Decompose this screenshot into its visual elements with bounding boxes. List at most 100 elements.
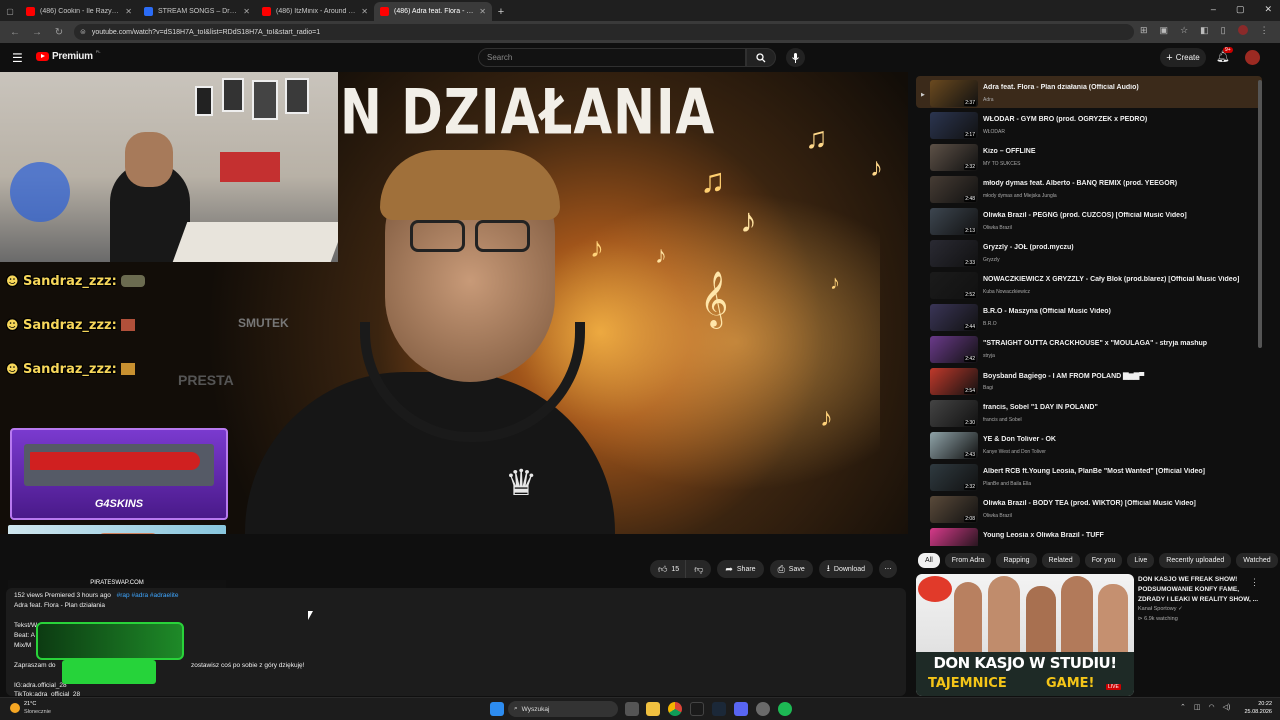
save-button[interactable]: ⎙ Save bbox=[769, 560, 813, 578]
extensions-icon[interactable]: ◧ bbox=[1200, 25, 1209, 36]
like-button[interactable]: 👍︎ 15 bbox=[650, 560, 686, 578]
chrome-icon[interactable] bbox=[668, 702, 682, 716]
voice-search-button[interactable] bbox=[786, 48, 805, 67]
avatar[interactable] bbox=[1245, 50, 1260, 65]
playlist-thumbnail[interactable] bbox=[930, 528, 978, 546]
playlist-item[interactable]: 2:52 NOWACZKIEWICZ X GRYZZLY - Cały Blok … bbox=[916, 272, 1256, 304]
tray-chevron-icon[interactable]: ⌃ bbox=[1180, 703, 1186, 711]
playlist-thumbnail[interactable]: 2:08 bbox=[930, 496, 978, 523]
playlist-thumbnail[interactable]: 2:48 bbox=[930, 176, 978, 203]
description-box[interactable]: 152 views Premiered 3 hours ago #rap #ad… bbox=[6, 588, 906, 696]
spotify-icon[interactable] bbox=[778, 702, 792, 716]
playlist-item[interactable]: 2:48 młody dymas feat. Alberto - BANQ REM… bbox=[916, 176, 1256, 208]
hashtags[interactable]: #rap #adra #adraelite bbox=[117, 592, 179, 599]
video-player[interactable]: ♪ ♫ ♫ ♪ ♪ ♪ 𝄞 ♪ ♪ N DZIAŁANIA ♛ ☻ Sandra… bbox=[0, 72, 908, 534]
download-button[interactable]: ⭳ Download bbox=[818, 560, 874, 578]
filter-chip[interactable]: From Adra bbox=[944, 553, 992, 568]
playlist-item[interactable]: 2:54 Boysband Bagiego - I AM FROM POLAND … bbox=[916, 368, 1256, 400]
browser-tab[interactable]: (486) ItzMinix - Around Me (Off… ✕ bbox=[256, 2, 374, 21]
search-button[interactable] bbox=[746, 48, 776, 67]
recommended-video-title[interactable]: DON KASJO WE FREAK SHOW! PODSUMOWANIE KO… bbox=[1138, 575, 1260, 605]
share-button[interactable]: ➦ Share bbox=[717, 560, 764, 578]
playlist-item[interactable]: 2:30 francis, Sobel "1 DAY IN POLAND" fran… bbox=[916, 400, 1256, 432]
playlist-thumbnail[interactable]: 2:52 bbox=[930, 272, 978, 299]
playlist-item[interactable]: 2:17 WŁODAR - GYM BRO (prod. OGRYZEK x PE… bbox=[916, 112, 1256, 144]
back-icon[interactable]: ← bbox=[8, 25, 22, 39]
playlist-scrollbar[interactable] bbox=[1258, 80, 1262, 348]
playlist-item[interactable]: 2:43 YE & Don Toliver - OK Kanye West and … bbox=[916, 432, 1256, 464]
reload-icon[interactable]: ↻ bbox=[52, 25, 66, 39]
rec-menu-icon[interactable]: ⋮ bbox=[1250, 577, 1259, 588]
playlist-item[interactable]: 2:13 Oliwka Brazil - PEGNG (prod. CUZCOS)… bbox=[916, 208, 1256, 240]
hamburger-menu-icon[interactable]: ☰ bbox=[12, 51, 23, 65]
filter-chip[interactable]: Watched bbox=[1236, 553, 1278, 568]
notifications-button[interactable]: 🔔︎ 9+ bbox=[1216, 47, 1233, 63]
dislike-button[interactable]: 👎︎ bbox=[685, 560, 712, 578]
obs-icon[interactable] bbox=[756, 702, 770, 716]
playlist-item[interactable]: 2:08 Oliwka Brazil - BODY TEA (prod. WIKT… bbox=[916, 496, 1256, 528]
weather-desc[interactable]: Słonecznie bbox=[24, 709, 51, 715]
file-explorer-icon[interactable] bbox=[646, 702, 660, 716]
clock-time[interactable]: 20:22 bbox=[1240, 701, 1272, 707]
playlist-thumbnail[interactable]: 2:33 bbox=[930, 240, 978, 267]
browser-tab[interactable]: STREAM SONGS – Dropbox ✕ bbox=[138, 2, 256, 21]
address-bar[interactable]: ⊜ youtube.com/watch?v=dS18H7A_toI&list=R… bbox=[74, 24, 1134, 40]
filter-chip[interactable]: Rapping bbox=[996, 553, 1037, 568]
site-info-icon[interactable]: ⊜ bbox=[80, 28, 86, 36]
network-icon[interactable]: ◫ bbox=[1194, 703, 1201, 711]
profile-icon[interactable] bbox=[1237, 25, 1248, 35]
volume-icon[interactable]: ◁) bbox=[1223, 703, 1231, 711]
menu-dots-icon[interactable]: ⋮ bbox=[1260, 25, 1269, 36]
discord-icon[interactable] bbox=[734, 702, 748, 716]
playlist-item[interactable]: Young Leosia x Oliwka Brazil - TUFF bbox=[916, 528, 1256, 546]
playlist-thumbnail[interactable]: 2:32 bbox=[930, 464, 978, 491]
playlist-item[interactable]: 2:42 "STRAIGHT OUTTA CRACKHOUSE" x "MOULA… bbox=[916, 336, 1256, 368]
weather-temp[interactable]: 21°C bbox=[24, 701, 36, 707]
create-button[interactable]: + Create bbox=[1160, 48, 1206, 67]
filter-chip[interactable]: Related bbox=[1041, 553, 1080, 568]
playlist-item[interactable]: 2:32 Kizo – OFFLINE MY TO SUKCES bbox=[916, 144, 1256, 176]
filter-chip[interactable]: For you bbox=[1084, 553, 1123, 568]
playlist-thumbnail[interactable]: 2:43 bbox=[930, 432, 978, 459]
playlist-item[interactable]: 2:44 B.R.O - Maszyna (Official Music Vide… bbox=[916, 304, 1256, 336]
taskbar-search[interactable]: ⌕ Wyszukaj bbox=[508, 701, 618, 717]
more-actions-button[interactable]: ⋯ bbox=[879, 560, 898, 578]
browser-tab[interactable]: (486) Adra feat. Flora - Plan dz… ✕ bbox=[374, 2, 492, 21]
tab-menu-icon[interactable]: ▢ bbox=[0, 2, 20, 21]
bookmark-star-icon[interactable]: ☆ bbox=[1180, 25, 1188, 36]
forward-icon[interactable]: → bbox=[30, 25, 44, 39]
playlist-item[interactable]: 2:32 Albert RCB ft.Young Leosia, PlanBe "… bbox=[916, 464, 1256, 496]
windows-start-icon[interactable] bbox=[490, 702, 504, 716]
playlist-thumbnail[interactable]: 2:37 bbox=[930, 80, 978, 107]
browser-tab[interactable]: (486) Cookin - Ile Razy? - YouTube ✕ bbox=[20, 2, 138, 21]
filter-chip[interactable]: Live bbox=[1127, 553, 1155, 568]
recommended-channel[interactable]: Kanał Sportowy ✓ bbox=[1138, 606, 1183, 612]
minimize-icon[interactable]: – bbox=[1211, 4, 1216, 15]
playlist-thumbnail[interactable]: 2:42 bbox=[930, 336, 978, 363]
sidebar-icon[interactable]: ▯ bbox=[1221, 25, 1226, 36]
cast-icon[interactable]: ▣ bbox=[1160, 25, 1169, 36]
close-window-icon[interactable]: ✕ bbox=[1264, 4, 1272, 15]
task-view-icon[interactable] bbox=[625, 702, 639, 716]
playlist-item[interactable]: 2:33 Gryzzly - JOŁ (prod.myczu) Gryzzly bbox=[916, 240, 1256, 272]
playlist-thumbnail[interactable]: 2:13 bbox=[930, 208, 978, 235]
filter-chip[interactable]: Recently uploaded bbox=[1159, 553, 1232, 568]
playlist-thumbnail[interactable]: 2:30 bbox=[930, 400, 978, 427]
tab-close-icon[interactable]: ✕ bbox=[479, 7, 486, 16]
maximize-icon[interactable]: ▢ bbox=[1236, 4, 1245, 15]
new-tab-button[interactable]: + bbox=[492, 2, 510, 21]
steam-icon[interactable] bbox=[712, 702, 726, 716]
app-icon[interactable] bbox=[690, 702, 704, 716]
playlist-item[interactable]: 2:37 Adra feat. Flora - Plan działania (O… bbox=[916, 80, 1256, 112]
tab-close-icon[interactable]: ✕ bbox=[361, 7, 368, 16]
playlist-thumbnail[interactable]: 2:54 bbox=[930, 368, 978, 395]
playlist-thumbnail[interactable]: 2:44 bbox=[930, 304, 978, 331]
playlist-thumbnail[interactable]: 2:17 bbox=[930, 112, 978, 139]
tab-close-icon[interactable]: ✕ bbox=[243, 7, 250, 16]
filter-chip[interactable]: All bbox=[918, 553, 940, 568]
wifi-icon[interactable]: ◠ bbox=[1209, 703, 1215, 711]
translate-icon[interactable]: ⊞ bbox=[1140, 25, 1148, 36]
recommended-video-thumbnail[interactable]: DON KASJO W STUDIU! TAJEMNICE GAME! LIVE bbox=[916, 574, 1134, 696]
clock-date[interactable]: 25.08.2026 bbox=[1240, 709, 1272, 715]
playlist-thumbnail[interactable]: 2:32 bbox=[930, 144, 978, 171]
